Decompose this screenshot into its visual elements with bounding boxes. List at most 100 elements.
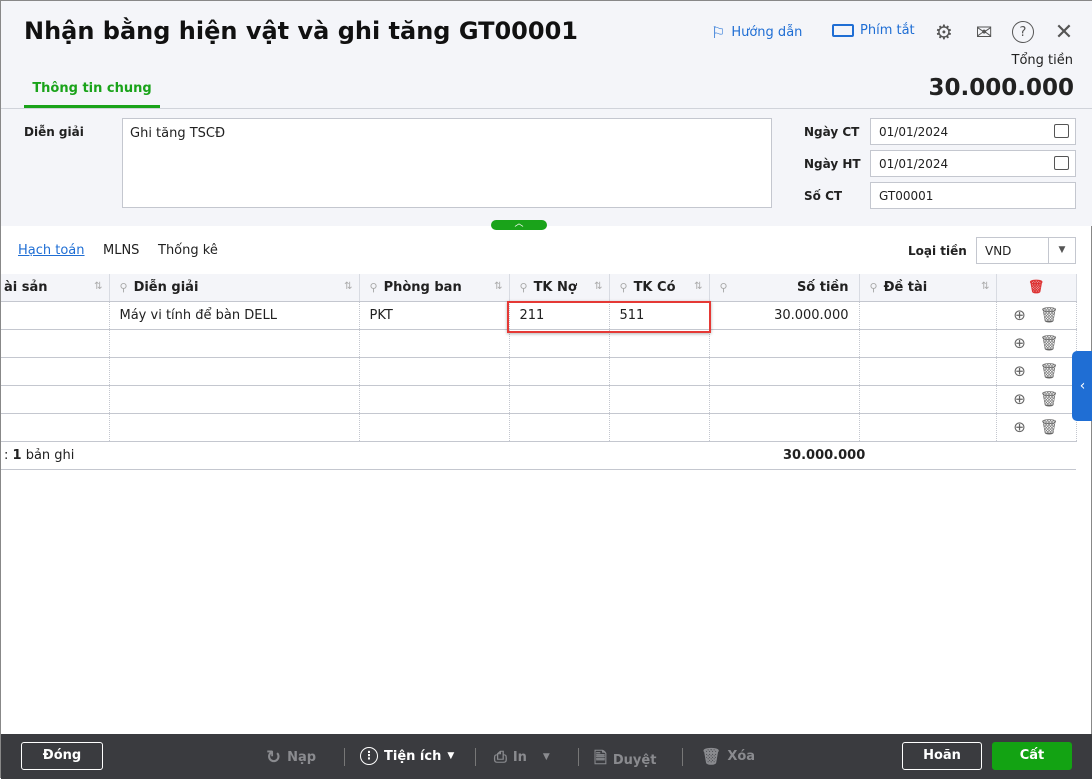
pin-icon[interactable]: ⚲ [520, 281, 528, 294]
total-label: Tổng tiền [1011, 53, 1073, 68]
cell-dept[interactable]: PKT [359, 301, 510, 330]
col-label: Diễn giải [133, 279, 199, 295]
col-amount[interactable]: ⚲ Số tiền [709, 274, 860, 302]
add-row-icon[interactable]: ⊕ [1013, 334, 1026, 352]
caret-down-icon: ▼ [447, 751, 455, 761]
col-credit[interactable]: ⚲ TK Có ⇅ [609, 274, 710, 302]
add-row-icon[interactable]: ⊕ [1013, 390, 1026, 408]
cell-asset[interactable] [1, 301, 110, 330]
date-ht-input[interactable]: 01/01/2024 [870, 150, 1076, 177]
sort-icon[interactable]: ⇅ [594, 281, 602, 292]
mail-forward-icon[interactable]: ✉ [972, 20, 996, 44]
page-title: Nhận bằng hiện vật và ghi tăng GT00001 [24, 17, 578, 45]
tab-general-info[interactable]: Thông tin chung [24, 73, 160, 108]
cell-topic[interactable] [859, 301, 997, 330]
pin-icon[interactable]: ⚲ [120, 281, 128, 294]
delete-row-icon[interactable]: 🗑 [1040, 306, 1059, 324]
delete-all-icon[interactable]: 🗑 [996, 274, 1077, 302]
table-row[interactable]: ⊕ 🗑 [1, 357, 1077, 386]
desc-textarea[interactable]: Ghi tăng TSCĐ [122, 118, 772, 208]
save-button[interactable]: Cất [992, 742, 1072, 770]
chevron-down-icon: ▼ [1048, 238, 1075, 263]
subtab-mlns[interactable]: MLNS [103, 243, 139, 258]
utilities-button[interactable]: ⋮ Tiện ích ▼ [360, 747, 454, 765]
cell-amount[interactable]: 30.000.000 [709, 301, 860, 330]
print-button[interactable]: ⎙ In ▼ [494, 747, 550, 767]
subtab-accounting[interactable]: Hạch toán [18, 243, 85, 258]
subtab-stats[interactable]: Thống kê [158, 243, 218, 258]
reload-button[interactable]: ↻ Nạp [266, 747, 316, 768]
more-icon: ⋮ [360, 747, 378, 765]
separator [578, 748, 579, 766]
total-value: 30.000.000 [928, 75, 1074, 101]
shortcuts-link[interactable]: Phím tắt [832, 23, 915, 38]
pin-icon[interactable]: ⚲ [870, 281, 878, 294]
col-label: TK Nợ [533, 279, 577, 295]
add-row-icon[interactable]: ⊕ [1013, 418, 1026, 436]
close-icon[interactable]: ✕ [1052, 20, 1076, 45]
sort-icon[interactable]: ⇅ [344, 281, 352, 292]
delete-row-icon[interactable]: 🗑 [1040, 418, 1059, 436]
desc-value: Ghi tăng TSCĐ [130, 126, 226, 141]
sort-icon[interactable]: ⇅ [94, 281, 102, 292]
sort-icon[interactable]: ⇅ [494, 281, 502, 292]
add-row-icon[interactable]: ⊕ [1013, 362, 1026, 380]
col-dept[interactable]: ⚲ Phòng ban ⇅ [359, 274, 510, 302]
table-row[interactable]: ⊕ 🗑 [1, 413, 1077, 442]
separator [682, 748, 683, 766]
currency-select[interactable]: VND ▼ [976, 237, 1076, 264]
delete-row-icon[interactable]: 🗑 [1040, 390, 1059, 408]
close-button[interactable]: Đóng [21, 742, 103, 770]
gear-icon[interactable]: ⚙ [932, 20, 956, 44]
delete-row-icon[interactable]: 🗑 [1040, 334, 1059, 352]
delete-button[interactable]: 🗑 Xóa [701, 747, 755, 766]
caret-down-icon: ▼ [542, 752, 550, 762]
cell-desc[interactable]: Máy vi tính để bàn DELL [109, 301, 360, 330]
pin-icon[interactable]: ⚲ [620, 281, 628, 294]
pin-icon[interactable]: ⚲ [720, 281, 728, 294]
collapse-button[interactable]: ︿ [491, 220, 547, 230]
date-ct-value: 01/01/2024 [879, 125, 949, 139]
col-label: ài sản [4, 279, 48, 295]
highlight-box [507, 301, 711, 333]
add-row-icon[interactable]: ⊕ [1013, 306, 1026, 324]
footer-total: 30.000.000 [783, 448, 866, 463]
table-row[interactable]: ⊕ 🗑 [1, 385, 1077, 414]
table-row[interactable]: ⊕ 🗑 [1, 329, 1077, 358]
footer-prefix: : [4, 448, 9, 463]
record-count: 1 [12, 448, 22, 463]
so-ct-input[interactable]: GT00001 [870, 182, 1076, 209]
approve-button[interactable]: 🗎 Duyệt [594, 747, 656, 774]
date-ht-label: Ngày HT [804, 157, 861, 171]
separator [475, 748, 476, 766]
date-ht-value: 01/01/2024 [879, 157, 949, 171]
reload-icon: ↻ [266, 747, 282, 768]
col-label: TK Có [633, 279, 676, 295]
so-ct-label: Số CT [804, 189, 843, 203]
delete-row-icon[interactable]: 🗑 [1040, 362, 1059, 380]
col-debit[interactable]: ⚲ TK Nợ ⇅ [509, 274, 610, 302]
table-footer: : 1 bản ghi 30.000.000 [1, 441, 1076, 470]
cancel-button[interactable]: Hoãn [902, 742, 982, 770]
col-label: Đề tài [883, 279, 928, 295]
sort-icon[interactable]: ⇅ [694, 281, 702, 292]
separator [344, 748, 345, 766]
col-desc[interactable]: ⚲ Diễn giải ⇅ [109, 274, 360, 302]
table-header: ài sản ⇅ ⚲ Diễn giải ⇅ ⚲ Phòng ban ⇅ ⚲ TK Nợ ⇅ … [1, 274, 1077, 302]
col-asset[interactable]: ài sản ⇅ [1, 274, 110, 302]
pin-icon[interactable]: ⚲ [370, 281, 378, 294]
record-label: bản ghi [25, 448, 75, 463]
desc-label: Diễn giải [24, 125, 84, 139]
keyboard-icon [832, 24, 854, 37]
col-label: Số tiền [796, 279, 849, 295]
printer-icon: ⎙ [494, 747, 507, 766]
help-icon[interactable]: ? [1012, 21, 1034, 43]
date-ct-input[interactable]: 01/01/2024 [870, 118, 1076, 145]
side-panel-toggle[interactable]: ‹ [1072, 351, 1092, 421]
col-topic[interactable]: ⚲ Đề tài ⇅ [859, 274, 997, 302]
calendar-icon[interactable] [1054, 156, 1069, 170]
sort-icon[interactable]: ⇅ [981, 281, 989, 292]
calendar-icon[interactable] [1054, 124, 1069, 138]
accounting-table: ài sản ⇅ ⚲ Diễn giải ⇅ ⚲ Phòng ban ⇅ ⚲ TK Nợ ⇅ … [1, 274, 1077, 442]
guide-link[interactable]: ⚐ Hướng dẫn [711, 23, 802, 42]
